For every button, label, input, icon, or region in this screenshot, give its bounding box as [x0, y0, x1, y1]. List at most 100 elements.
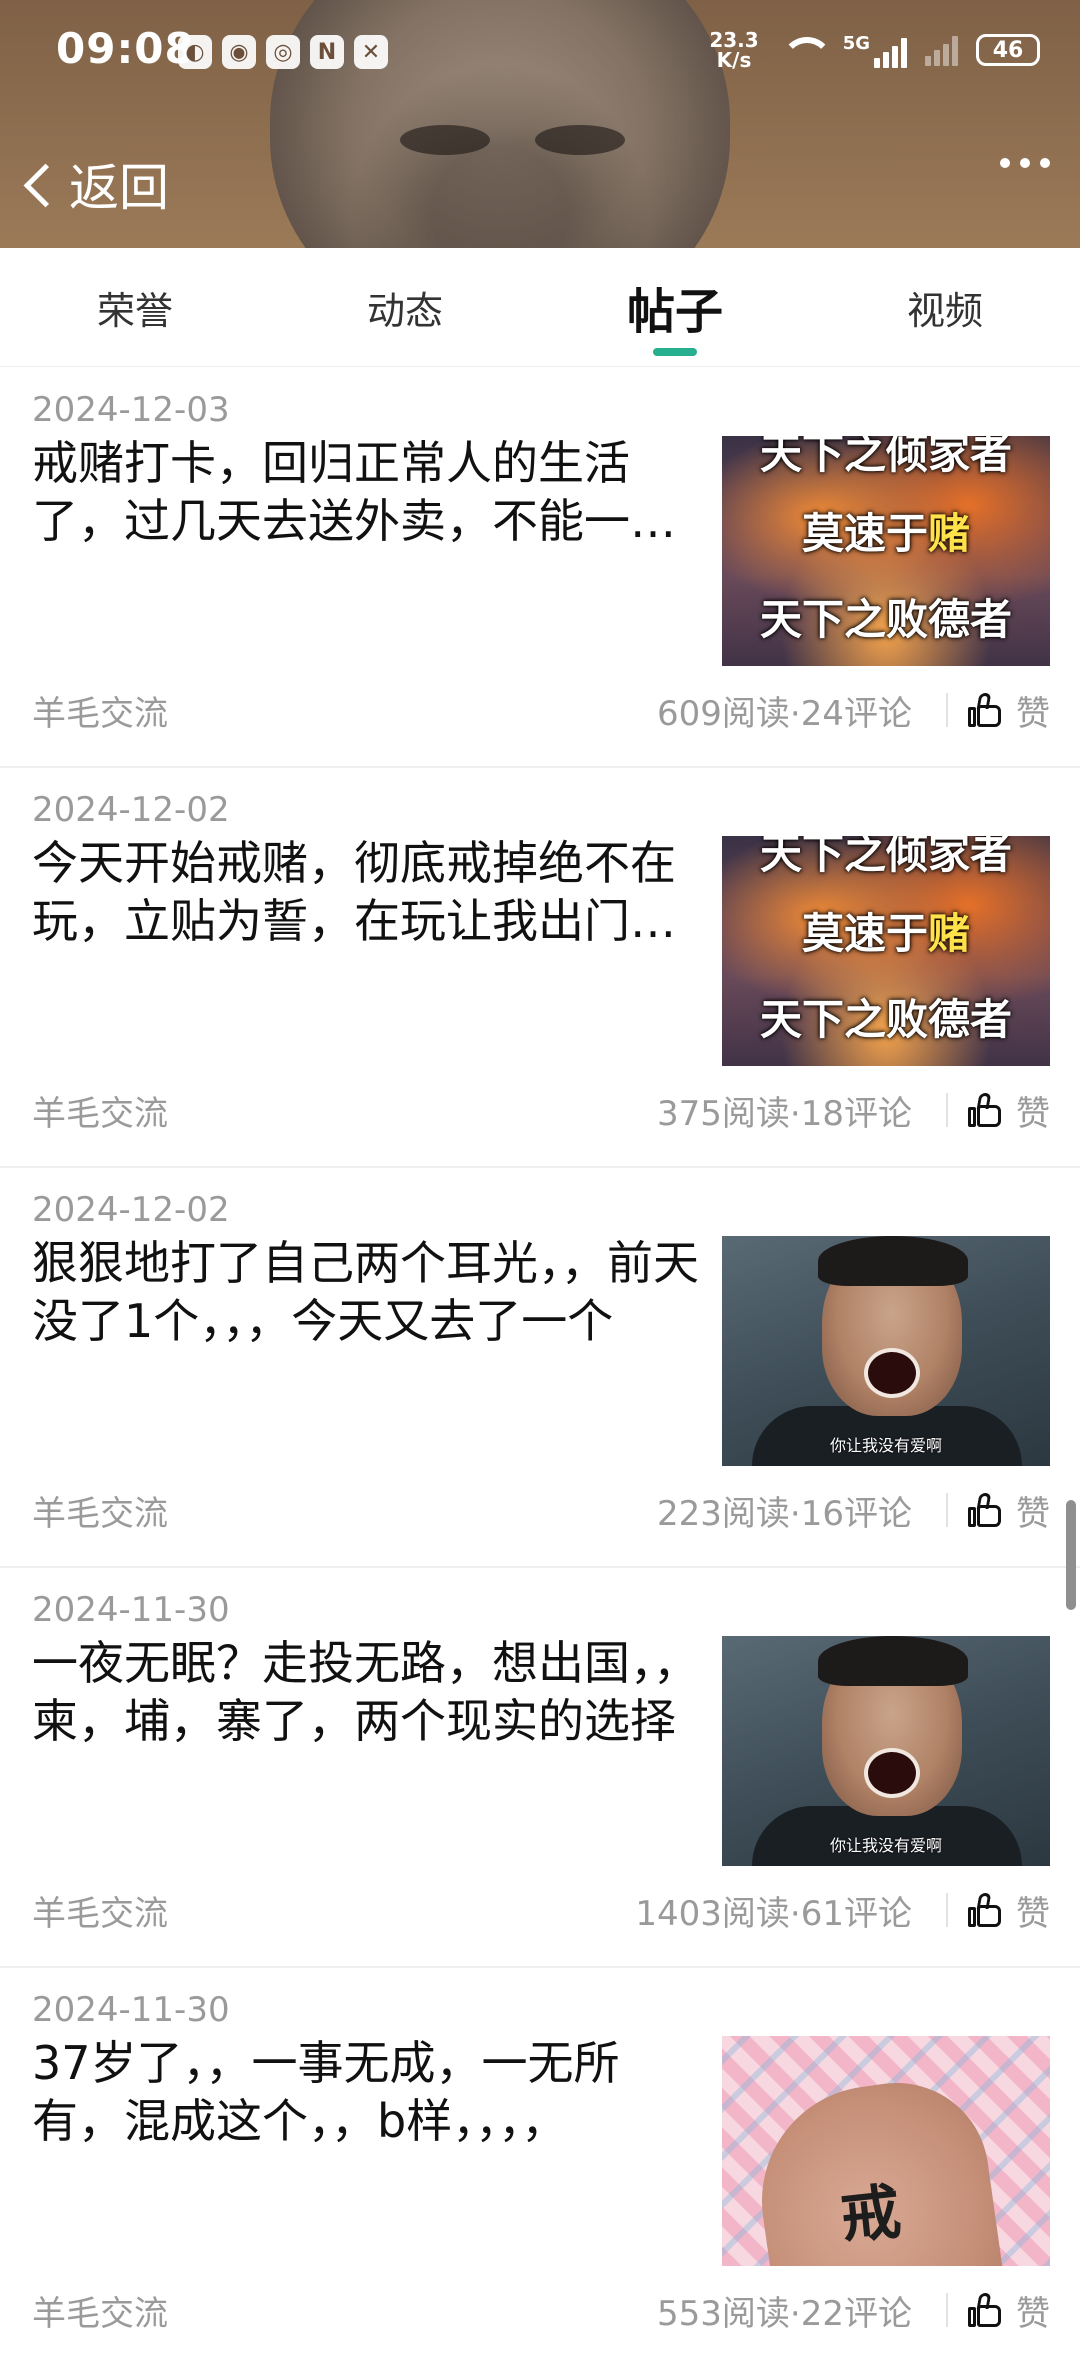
back-button[interactable]: 返回	[23, 148, 169, 220]
more-dot-icon	[1020, 158, 1030, 168]
post-thumbnail[interactable]: 天下之倾家者 莫速于赌 天下之败德者	[722, 436, 1050, 666]
thumb-caption-highlight: 赌	[928, 909, 971, 958]
qq-icon: ◐	[178, 35, 212, 69]
tab-videos[interactable]: 视频	[810, 248, 1080, 366]
like-label: 赞	[1016, 1093, 1050, 1134]
post-item[interactable]: 2024-11-30 37岁了，，一事无成，一无所有，混成这个，，b样，，，， …	[0, 1968, 1080, 2368]
post-stats: 553阅读·22评论	[657, 2293, 912, 2334]
post-title[interactable]: 37岁了，，一事无成，一无所有，混成这个，，b样，，，，	[32, 2034, 702, 2150]
battery-icon: 46	[976, 34, 1040, 66]
cellular-signal-icon: 5G	[843, 33, 907, 68]
like-label: 赞	[1016, 2293, 1050, 2334]
net-speed-unit: K/s	[716, 48, 752, 72]
post-stats: 223阅读·16评论	[657, 1493, 912, 1534]
post-thumbnail[interactable]: 戒	[722, 2036, 1050, 2266]
status-notification-icons: ◐ ◉ ◎ N ✕	[178, 35, 388, 69]
post-title[interactable]: 狠狠地打了自己两个耳光，，前天没了1个，，，今天又去了一个	[32, 1234, 702, 1350]
app-notification-icon: ◉	[222, 35, 256, 69]
fire-meme-image: 天下之倾家者 莫速于赌 天下之败德者	[722, 436, 1050, 666]
thumbs-up-icon	[968, 2293, 1002, 2327]
wifi-icon	[777, 33, 833, 67]
post-date: 2024-11-30	[32, 1590, 230, 1630]
like-label: 赞	[1016, 1893, 1050, 1934]
net-speed-value: 23.3	[709, 28, 759, 52]
post-item[interactable]: 2024-12-03 戒赌打卡，回归正常人的生活了，过几天去送外卖，不能一直这样…	[0, 368, 1080, 768]
post-date: 2024-11-30	[32, 1990, 230, 2030]
post-stats: 609阅读·24评论	[657, 693, 912, 734]
thumb-caption: 你让我没有爱啊	[829, 1836, 942, 1855]
post-title[interactable]: 戒赌打卡，回归正常人的生活了，过几天去送外卖，不能一直这样下去	[32, 434, 702, 550]
like-button[interactable]: 赞	[968, 1886, 1050, 1935]
post-item[interactable]: 2024-11-30 一夜无眠？走投无路，想出国，，柬，埔，寨了，两个现实的选择…	[0, 1568, 1080, 1968]
status-system-icons: 23.3 K/s 5G 46	[709, 30, 1040, 70]
divider	[946, 1493, 948, 1527]
post-meta: 羊毛交流 609阅读·24评论 赞	[32, 686, 1050, 734]
like-button[interactable]: 赞	[968, 1486, 1050, 1535]
post-item[interactable]: 2024-12-02 狠狠地打了自己两个耳光，，前天没了1个，，，今天又去了一个…	[0, 1168, 1080, 1568]
back-label: 返回	[69, 159, 169, 217]
post-thumbnail[interactable]: 你让我没有爱啊	[722, 1236, 1050, 1466]
chevron-left-icon	[23, 163, 68, 207]
eye-icon: ◎	[266, 35, 300, 69]
thumb-caption: 戒	[837, 2177, 905, 2253]
post-thumbnail[interactable]: 天下之倾家者 莫速于赌 天下之败德者	[722, 836, 1050, 1066]
thumbs-up-icon	[968, 693, 1002, 727]
more-dot-icon	[1000, 158, 1010, 168]
more-dot-icon	[1040, 158, 1050, 168]
signal-bars-sim1	[874, 36, 907, 68]
like-label: 赞	[1016, 693, 1050, 734]
post-item[interactable]: 2024-12-02 今天开始戒赌，彻底戒掉绝不在玩，立贴为誓，在玩让我出门被车…	[0, 768, 1080, 1168]
post-thumbnail[interactable]: 你让我没有爱啊	[722, 1636, 1050, 1866]
divider	[946, 2293, 948, 2327]
divider	[946, 1893, 948, 1927]
post-forum-name[interactable]: 羊毛交流	[32, 686, 657, 735]
crying-man-image: 你让我没有爱啊	[722, 1636, 1050, 1866]
post-title[interactable]: 今天开始戒赌，彻底戒掉绝不在玩，立贴为誓，在玩让我出门被车撞	[32, 834, 702, 950]
thumb-caption-part: 莫速于	[801, 509, 928, 558]
thumb-caption: 天下之败德者	[759, 995, 1012, 1044]
nfc-icon: N	[310, 35, 344, 69]
post-date: 2024-12-02	[32, 790, 230, 830]
arm-tattoo-image: 戒	[722, 2036, 1050, 2266]
crying-man-image: 你让我没有爱啊	[722, 1236, 1050, 1466]
thumbs-up-icon	[968, 1493, 1002, 1527]
tab-label: 帖子	[626, 284, 723, 340]
thumb-caption: 莫速于赌	[722, 900, 1050, 961]
thumb-caption-part: 莫速于	[801, 909, 928, 958]
post-forum-name[interactable]: 羊毛交流	[32, 2286, 657, 2335]
tab-activity[interactable]: 动态	[270, 248, 540, 366]
profile-header-banner: 09:08 ◐ ◉ ◎ N ✕ 23.3 K/s 5G 46 返回	[0, 0, 1080, 248]
post-meta: 羊毛交流 1403阅读·61评论 赞	[32, 1886, 1050, 1934]
mute-bell-icon: ✕	[354, 35, 388, 69]
thumb-caption-highlight: 赌	[928, 509, 971, 558]
tab-honors[interactable]: 荣誉	[0, 248, 270, 366]
tab-label: 动态	[366, 288, 443, 333]
profile-tabs: 荣誉 动态 帖子 视频	[0, 248, 1080, 367]
post-meta: 羊毛交流 553阅读·22评论 赞	[32, 2286, 1050, 2334]
divider	[946, 1093, 948, 1127]
net-speed: 23.3 K/s	[709, 30, 758, 70]
battery-level: 46	[992, 37, 1024, 63]
like-button[interactable]: 赞	[968, 2286, 1050, 2335]
scrollbar[interactable]	[1066, 1500, 1076, 1610]
signal-type: 5G	[842, 32, 870, 54]
post-forum-name[interactable]: 羊毛交流	[32, 1886, 635, 1935]
thumb-caption: 天下之倾家者	[759, 836, 1012, 878]
post-meta: 羊毛交流 223阅读·16评论 赞	[32, 1486, 1050, 1534]
post-forum-name[interactable]: 羊毛交流	[32, 1086, 657, 1135]
post-forum-name[interactable]: 羊毛交流	[32, 1486, 657, 1535]
thumb-caption: 天下之倾家者	[759, 436, 1012, 478]
post-title[interactable]: 一夜无眠？走投无路，想出国，，柬，埔，寨了，两个现实的选择	[32, 1634, 702, 1750]
more-options-button[interactable]	[1000, 158, 1050, 168]
post-date: 2024-12-03	[32, 390, 230, 430]
like-button[interactable]: 赞	[968, 1086, 1050, 1135]
like-button[interactable]: 赞	[968, 686, 1050, 735]
divider	[946, 693, 948, 727]
post-stats: 375阅读·18评论	[657, 1093, 912, 1134]
tab-posts[interactable]: 帖子	[540, 248, 810, 366]
tab-label: 视频	[906, 288, 983, 333]
post-meta: 羊毛交流 375阅读·18评论 赞	[32, 1086, 1050, 1134]
thumbs-up-icon	[968, 1893, 1002, 1927]
thumbs-up-icon	[968, 1093, 1002, 1127]
active-tab-indicator	[653, 348, 697, 356]
